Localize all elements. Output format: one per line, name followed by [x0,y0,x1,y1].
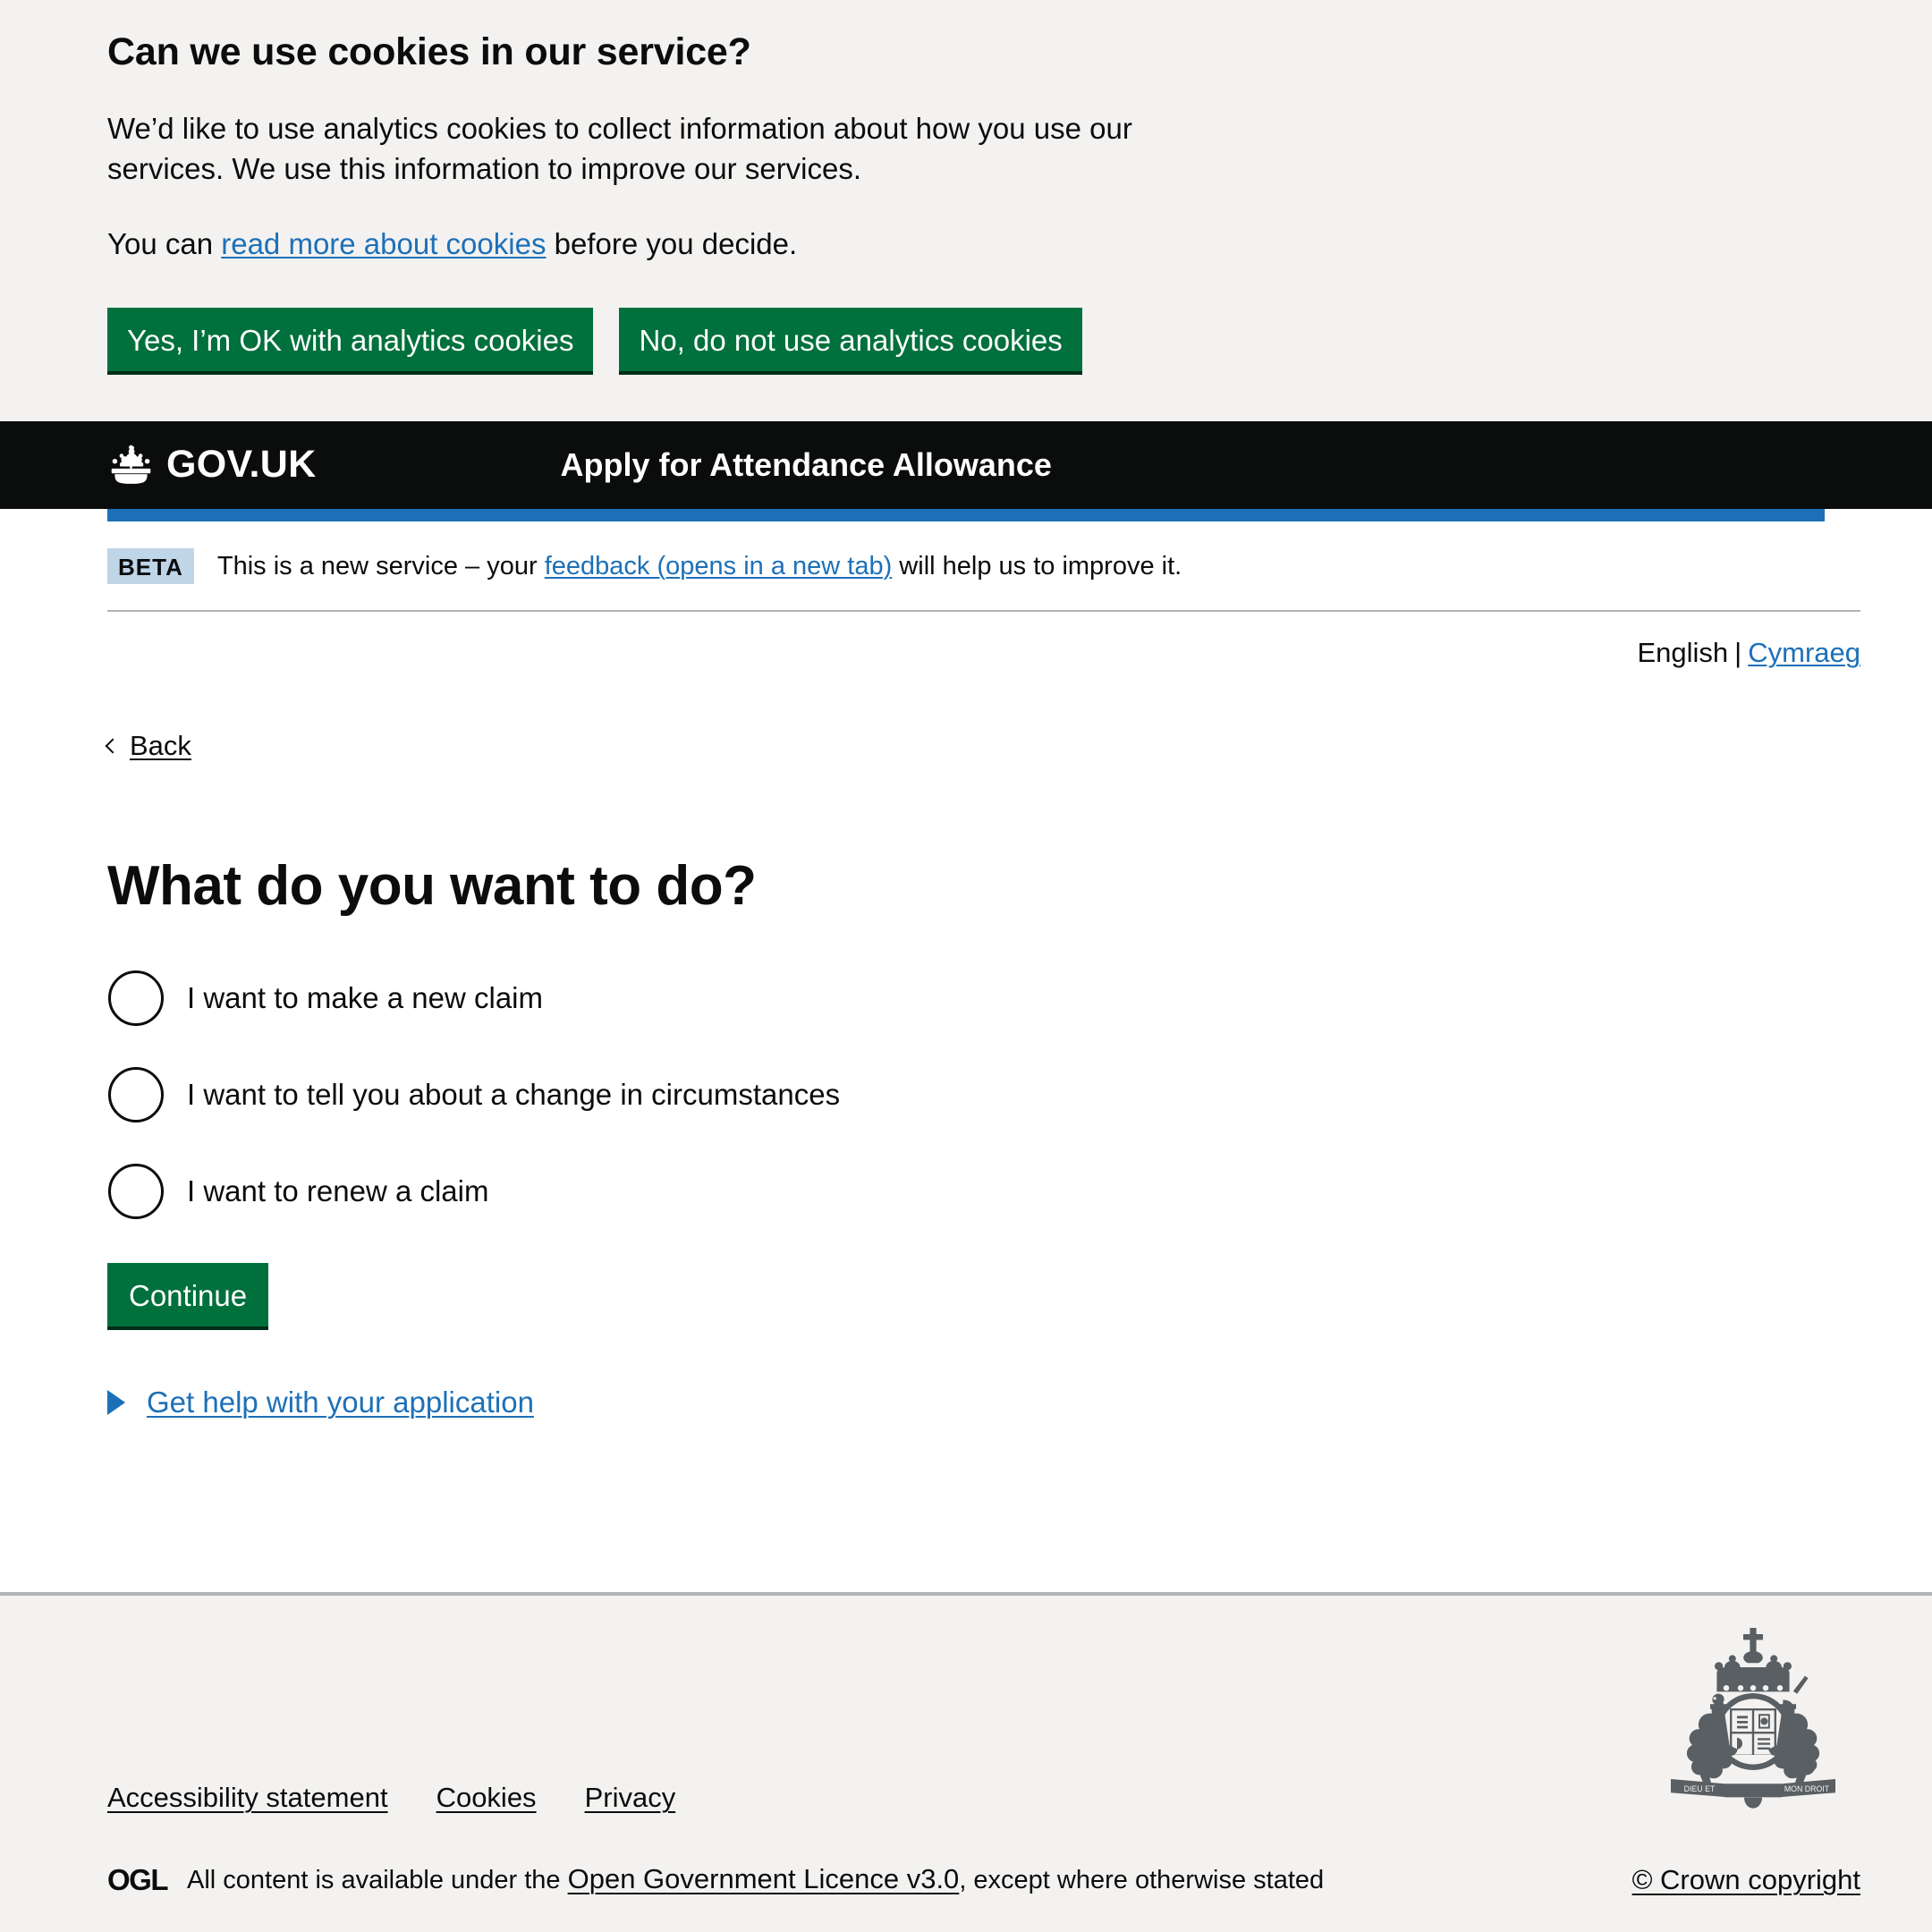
ogl-logo-icon: OGL [107,1862,169,1896]
govuk-footer: DIEU ET MON DROIT Accessibility statemen… [0,1592,1932,1932]
service-name[interactable]: Apply for Attendance Allowance [560,448,1051,481]
get-help-details[interactable]: Get help with your application [107,1385,1860,1419]
footer-link-accessibility-statement[interactable]: Accessibility statement [107,1782,388,1814]
reject-analytics-cookies-button[interactable]: No, do not use analytics cookies [619,307,1082,375]
phase-text-suffix: will help us to improve it. [892,551,1182,580]
cookie-banner-actions: Yes, I’m OK with analytics cookies No, d… [107,307,1860,375]
cookie-banner-read-more-line: You can read more about cookies before y… [107,225,1216,265]
radio-circle-icon[interactable] [108,1066,164,1123]
page-title: What do you want to do? [107,854,757,917]
footer-link-cookies[interactable]: Cookies [436,1782,537,1814]
continue-region: Continue [107,1262,1860,1330]
svg-text:MON DROIT: MON DROIT [1784,1784,1830,1793]
main-bottom-spacer [107,1419,1860,1554]
govuk-header: GOV.UK Apply for Attendance Allowance [0,420,1932,509]
chevron-left-icon [105,738,121,754]
accept-analytics-cookies-button[interactable]: Yes, I’m OK with analytics cookies [107,307,594,375]
cookie-banner-content: Can we use cookies in our service? We’d … [107,0,1860,375]
radio-circle-icon[interactable] [108,970,164,1026]
feedback-link[interactable]: feedback (opens in a new tab) [545,552,893,580]
crown-copyright-link[interactable]: © Crown copyright [1632,1864,1860,1896]
govuk-logo-text: GOV.UK [166,443,317,487]
phase-banner: BETA This is a new service – your feedba… [107,521,1860,612]
cookie-banner-heading: Can we use cookies in our service? [107,30,751,73]
radio-group-what-to-do: I want to make a new claim I want to tel… [107,963,1860,1226]
radio-option-new-claim[interactable]: I want to make a new claim [107,963,1860,1033]
read-more-suffix-text: before you decide. [546,227,798,261]
phase-tag-beta: BETA [107,547,194,584]
page-root: Can we use cookies in our service? We’d … [0,0,1932,1932]
radio-label-change-circumstances: I want to tell you about a change in cir… [187,1078,841,1112]
radio-label-renew-claim: I want to renew a claim [187,1174,489,1208]
phase-banner-text: This is a new service – your feedback (o… [217,550,1182,582]
back-link[interactable]: Back [105,729,191,762]
footer-link-privacy[interactable]: Privacy [585,1782,676,1814]
footer-licence-text: All content is available under the Open … [187,1862,1324,1896]
get-help-summary-label[interactable]: Get help with your application [147,1385,534,1419]
language-toggle: English | Cymraeg [107,612,1860,669]
footer-content: DIEU ET MON DROIT Accessibility statemen… [107,1596,1860,1896]
header-content: GOV.UK Apply for Attendance Allowance [107,421,1860,509]
read-more-prefix-text: You can [107,227,222,261]
back-link-region: Back [105,669,1860,762]
main-content: What do you want to do? I want to make a… [0,762,1932,1592]
footer-licence-row: OGL All content is available under the O… [107,1862,1860,1896]
crown-icon [107,445,155,486]
language-separator: | [1734,636,1742,668]
back-link-label: Back [130,729,191,761]
radio-option-change-circumstances[interactable]: I want to tell you about a change in cir… [107,1060,1860,1130]
triangle-right-icon[interactable] [107,1389,125,1415]
radio-label-new-claim: I want to make a new claim [187,981,543,1015]
service-accent-bar [107,508,1825,521]
licence-suffix: , except where otherwise stated [959,1866,1325,1895]
cookie-consent-banner: Can we use cookies in our service? We’d … [0,0,1932,421]
radio-circle-icon[interactable] [108,1163,164,1219]
footer-nav-links: Accessibility statement Cookies Privacy [107,1635,1860,1814]
phase-text-prefix: This is a new service – your [216,551,545,580]
phase-and-language-region: BETA This is a new service – your feedba… [105,521,1860,762]
licence-prefix: All content is available under the [187,1866,568,1895]
radio-option-renew-claim[interactable]: I want to renew a claim [107,1157,1860,1226]
language-link-cymraeg[interactable]: Cymraeg [1748,637,1860,669]
continue-button[interactable]: Continue [107,1262,269,1330]
royal-coat-of-arms-icon: DIEU ET MON DROIT [1646,1621,1860,1814]
open-government-licence-link[interactable]: Open Government Licence v3.0 [568,1863,960,1894]
cookie-banner-description: We’d like to use analytics cookies to co… [107,112,1132,185]
govuk-home-link[interactable]: GOV.UK [107,445,316,486]
read-more-about-cookies-link[interactable]: read more about cookies [221,227,546,260]
svg-text:DIEU ET: DIEU ET [1684,1784,1716,1793]
language-current-english: English [1637,636,1729,668]
main-container: What do you want to do? I want to make a… [107,854,1860,1554]
